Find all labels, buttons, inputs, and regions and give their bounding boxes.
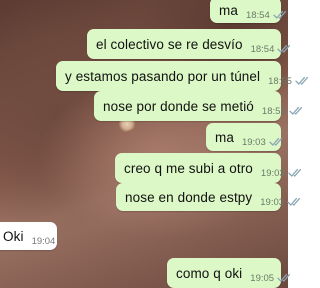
message-bubble-outgoing[interactable]: el colectivo se re desvío 18:54 [87, 29, 291, 59]
read-ticks-icon [295, 76, 310, 86]
message-bubble-outgoing[interactable]: nose por donde se metió 18:55 [94, 91, 302, 121]
message-bubble-outgoing[interactable]: creo q me subi a otro 19:03 [115, 153, 301, 183]
read-ticks-icon [288, 168, 303, 178]
read-ticks-icon [287, 197, 302, 207]
message-text: nose en donde estpy [125, 189, 253, 205]
message-text: ma [215, 129, 234, 145]
message-bubble-incoming[interactable]: Oki 19:04 [0, 222, 57, 250]
message-time: 18:54 [245, 9, 270, 21]
message-time: 19:04 [31, 235, 56, 247]
message-time: 18:55 [261, 105, 286, 117]
read-ticks-icon [277, 273, 292, 283]
message-time: 19:03 [260, 167, 285, 179]
message-bubble-outgoing[interactable]: como q oki 19:05 [167, 258, 291, 288]
message-time: 19:05 [250, 272, 275, 284]
message-text: Oki [3, 228, 24, 244]
read-ticks-icon [273, 10, 288, 20]
message-text: nose por donde se metió [103, 98, 254, 114]
message-time: 19:03 [260, 196, 285, 208]
message-bubble-outgoing[interactable]: ma 18:54 [210, 0, 286, 23]
message-text: el colectivo se re desvío [96, 36, 243, 52]
message-bubble-outgoing[interactable]: ma 19:03 [206, 123, 284, 151]
message-text: como q oki [176, 265, 243, 281]
read-ticks-icon [269, 137, 284, 147]
message-time: 18:55 [268, 75, 292, 87]
message-text: y estamos pasando por un túnel [65, 68, 261, 84]
read-ticks-icon [277, 44, 292, 54]
message-bubble-outgoing[interactable]: y estamos pasando por un túnel 18:55 [56, 61, 308, 91]
read-ticks-icon [289, 106, 304, 116]
message-time: 18:54 [250, 43, 275, 55]
message-time: 19:03 [241, 136, 266, 148]
message-text: creo q me subi a otro [124, 160, 253, 176]
message-bubble-outgoing[interactable]: nose en donde estpy 19:03 [116, 183, 301, 211]
message-text: ma [219, 2, 238, 18]
